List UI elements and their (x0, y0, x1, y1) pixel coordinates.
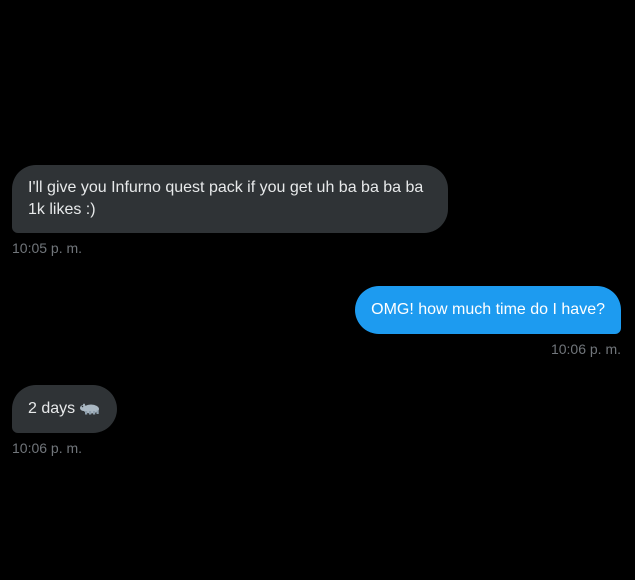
conversation-thread: I'll give you Infurno quest pack if you … (0, 0, 635, 580)
message-incoming: 2 days 10:06 p. m. (12, 385, 118, 456)
hippo-emoji-icon (80, 403, 100, 415)
message-text: 2 days (28, 400, 76, 417)
message-bubble[interactable]: OMG! how much time do I have? (355, 286, 621, 334)
message-timestamp: 10:06 p. m. (550, 341, 621, 357)
message-outgoing: OMG! how much time do I have? 10:06 p. m… (355, 286, 621, 357)
message-timestamp: 10:05 p. m. (12, 240, 83, 256)
message-timestamp: 10:06 p. m. (12, 440, 83, 456)
message-incoming: I'll give you Infurno quest pack if you … (12, 165, 448, 256)
message-bubble[interactable]: I'll give you Infurno quest pack if you … (12, 165, 448, 233)
message-bubble[interactable]: 2 days (12, 385, 118, 433)
